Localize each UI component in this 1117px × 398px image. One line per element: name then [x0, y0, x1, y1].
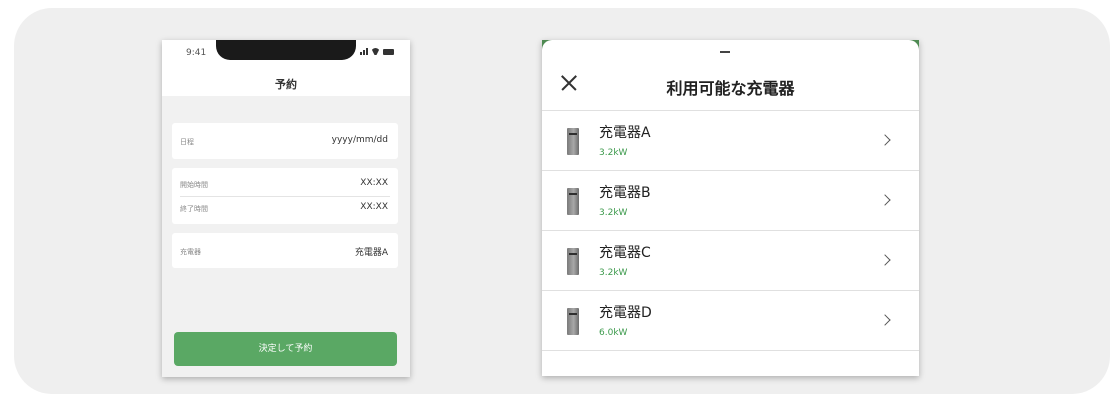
signal-icon [360, 48, 368, 55]
charger-icon [567, 248, 579, 275]
start-time-value: XX:XX [360, 178, 388, 188]
charger-power: 6.0kW [599, 328, 628, 338]
charger-power: 3.2kW [599, 148, 628, 158]
date-label: 日程 [180, 138, 194, 146]
charger-row[interactable]: 充電器 充電器A [172, 233, 398, 268]
charger-name: 充電器D [599, 305, 652, 321]
chevron-right-icon [879, 134, 891, 146]
bottom-sheet: 利用可能な充電器 充電器A 3.2kW 充電器B 3.2kW 充電器C 3.2k… [542, 40, 919, 376]
start-time-label: 開始時間 [180, 181, 208, 189]
charger-list-item[interactable]: 充電器A 3.2kW [542, 111, 919, 170]
submit-reservation-button[interactable]: 決定して予約 [174, 332, 397, 366]
page-title: 予約 [275, 78, 297, 91]
charger-list-item[interactable]: 充電器B 3.2kW [542, 171, 919, 230]
wifi-icon [371, 48, 380, 55]
charger-list-item[interactable]: 充電器C 3.2kW [542, 231, 919, 290]
charger-selection-modal: 利用可能な充電器 充電器A 3.2kW 充電器B 3.2kW 充電器C 3.2k… [542, 40, 919, 376]
charger-name: 充電器B [599, 185, 651, 201]
list-divider [542, 350, 919, 351]
charger-icon [567, 188, 579, 215]
status-time: 9:41 [186, 48, 207, 58]
charger-name: 充電器C [599, 245, 651, 261]
end-time-value: XX:XX [360, 202, 388, 212]
charger-list-item[interactable]: 充電器D 6.0kW [542, 291, 919, 350]
reservation-screen: 9:41 予約 日程 yyyy/mm/dd 開始時間 XX:XX 終了時間 XX… [162, 40, 410, 377]
date-value: yyyy/mm/dd [331, 135, 388, 145]
charger-icon [567, 308, 579, 335]
device-notch [216, 40, 356, 60]
date-row[interactable]: 日程 yyyy/mm/dd [172, 123, 398, 159]
start-time-row[interactable]: 開始時間 XX:XX [172, 173, 398, 195]
charger-value: 充電器A [354, 248, 388, 258]
charger-icon [567, 128, 579, 155]
end-time-row[interactable]: 終了時間 XX:XX [172, 197, 398, 219]
chevron-right-icon [879, 254, 891, 266]
end-time-label: 終了時間 [180, 205, 208, 213]
charger-power: 3.2kW [599, 268, 628, 278]
system-icons [360, 48, 394, 55]
navigation-bar: 予約 [162, 70, 410, 96]
battery-icon [383, 49, 394, 55]
charger-label: 充電器 [180, 248, 201, 256]
sheet-title: 利用可能な充電器 [666, 79, 795, 98]
time-card: 開始時間 XX:XX 終了時間 XX:XX [172, 168, 398, 224]
charger-power: 3.2kW [599, 208, 628, 218]
chevron-right-icon [879, 314, 891, 326]
charger-name: 充電器A [599, 125, 651, 141]
chevron-right-icon [879, 194, 891, 206]
sheet-grabber[interactable] [720, 51, 730, 53]
status-bar: 9:41 [162, 40, 410, 70]
